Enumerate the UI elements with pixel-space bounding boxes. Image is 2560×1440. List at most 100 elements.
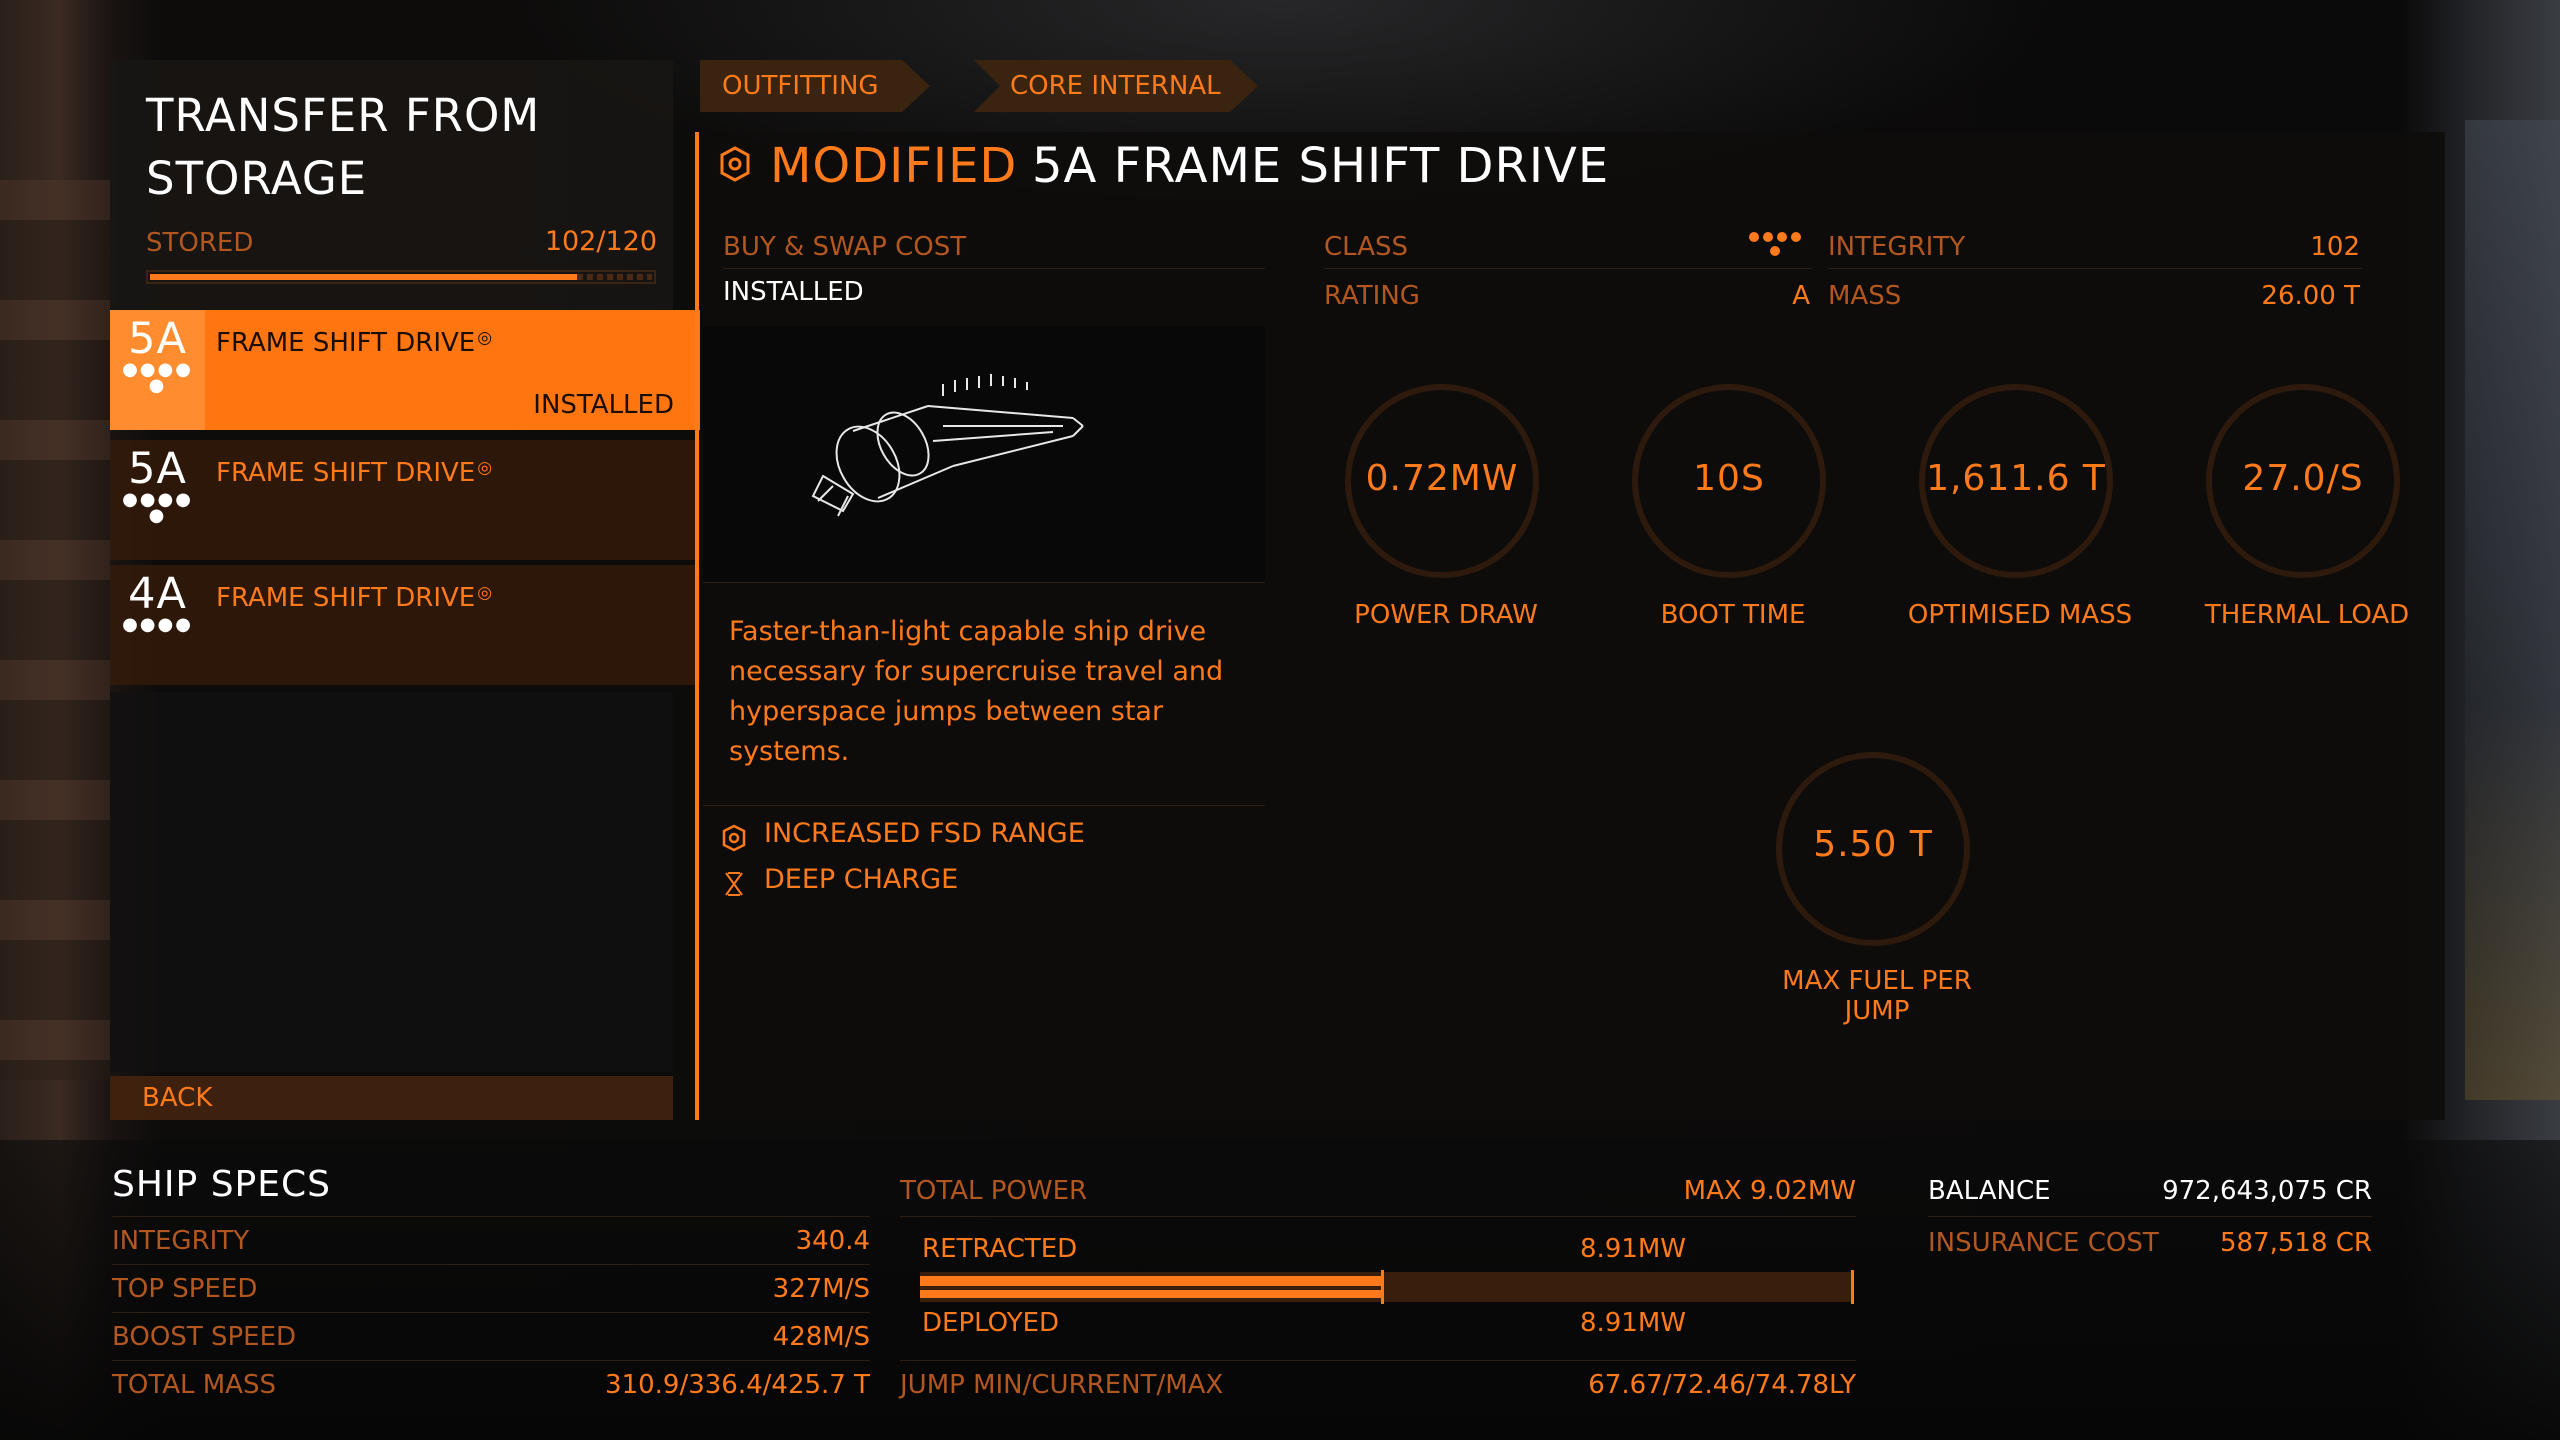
background-hangar-left [0, 180, 110, 1080]
divider [1828, 268, 2362, 269]
engineered-icon: ◎ [477, 328, 493, 348]
divider [112, 1312, 870, 1313]
storage-list-empty [110, 692, 673, 1072]
back-button[interactable]: BACK [110, 1076, 673, 1120]
module-size-dots: ●●●● ● [122, 359, 193, 396]
divider [1928, 1216, 2372, 1217]
storage-panel: TRANSFER FROM STORAGE STORED 102/120 5A … [110, 60, 700, 1120]
module-class: 5A [128, 314, 187, 364]
blueprint-label: INCREASED FSD RANGE [764, 818, 1085, 849]
spec-value: 310.9/336.4/425.7 T [605, 1370, 870, 1400]
retracted-label: RETRACTED [922, 1234, 1078, 1264]
module-name: FRAME SHIFT DRIVE ◎ [216, 458, 493, 488]
module-size-dots: ●●●● ● [122, 489, 193, 526]
max-fuel-label: MAX FUEL PER JUMP [1782, 966, 1972, 1026]
balance-label: BALANCE [1928, 1176, 2051, 1206]
breadcrumb-outfitting[interactable]: OUTFITTING [700, 60, 930, 112]
spec-label: BOOST SPEED [112, 1322, 297, 1352]
buy-swap-value: INSTALLED [723, 277, 864, 307]
experimental-effect-icon [725, 872, 743, 896]
power-bar-retracted-fill [920, 1276, 1381, 1286]
mass-value: 26.00 T [2261, 281, 2360, 311]
power-bar-deployed-fill [920, 1290, 1381, 1298]
class-label: CLASS [1324, 232, 1409, 262]
module-description: Faster-than-light capable ship drive nec… [729, 616, 1224, 767]
rating-value: A [1792, 281, 1810, 311]
ship-specs-title: SHIP SPECS [112, 1164, 331, 1205]
integrity-label: INTEGRITY [1828, 232, 1966, 262]
blueprint-icon [722, 824, 746, 852]
modified-icon [720, 146, 750, 182]
stored-capacity-fill [150, 274, 577, 280]
module-class: 4A [128, 569, 187, 619]
module-class-badge: 5A ●●●● ● [110, 440, 205, 560]
spec-label: TOP SPEED [112, 1274, 258, 1304]
total-power-label: TOTAL POWER [900, 1176, 1088, 1206]
power-bar-current-marker [1381, 1270, 1384, 1304]
divider [112, 1216, 870, 1217]
divider [1324, 268, 1812, 269]
spec-value: 428M/S [772, 1322, 870, 1352]
total-power-max: MAX 9.02MW [1683, 1176, 1856, 1206]
boot-time-label: BOOT TIME [1660, 600, 1806, 630]
module-size-dots: ●●●● [122, 614, 193, 635]
optimised-mass-label: OPTIMISED MASS [1907, 600, 2133, 630]
list-item[interactable]: 4A ●●●● FRAME SHIFT DRIVE ◎ [110, 565, 700, 685]
stored-value: 102/120 [544, 226, 657, 257]
module-preview [703, 326, 1265, 582]
divider [112, 1360, 870, 1361]
engineered-icon: ◎ [477, 583, 493, 603]
deployed-value: 8.91MW [1579, 1308, 1686, 1338]
thermal-load-label: THERMAL LOAD [2204, 600, 2410, 630]
storage-header: TRANSFER FROM STORAGE STORED 102/120 [110, 60, 673, 310]
divider [703, 805, 1265, 806]
power-bar-max-marker [1851, 1270, 1854, 1304]
divider [723, 268, 1265, 269]
jump-range-value: 67.67/72.46/74.78LY [1588, 1370, 1856, 1400]
jump-range-label: JUMP MIN/CURRENT/MAX [900, 1370, 1224, 1400]
divider [900, 1216, 1856, 1217]
panel-divider [695, 132, 699, 1120]
module-name: FRAME SHIFT DRIVE ◎ [216, 328, 493, 358]
module-class-badge: 4A ●●●● [110, 565, 205, 685]
module-name: FRAME SHIFT DRIVE ◎ [216, 583, 493, 613]
module-class-badge: 5A ●●●● ● [110, 310, 205, 430]
insurance-value: 587,518 CR [2219, 1228, 2372, 1258]
power-draw-value: 0.72MW [1365, 458, 1519, 499]
divider [900, 1360, 1856, 1361]
frame-shift-drive-icon [811, 374, 1084, 517]
spec-label: TOTAL MASS [112, 1370, 276, 1400]
engineered-icon: ◎ [477, 458, 493, 478]
spec-value: 340.4 [795, 1226, 870, 1256]
mass-label: MASS [1828, 281, 1902, 311]
spec-value: 327M/S [772, 1274, 870, 1304]
experimental-label: DEEP CHARGE [764, 864, 959, 895]
module-class: 5A [128, 444, 187, 494]
modified-label: MODIFIED [770, 138, 1018, 194]
module-status: INSTALLED [533, 390, 674, 420]
module-title: 5A FRAME SHIFT DRIVE [1032, 138, 1610, 194]
stored-label: STORED [146, 228, 254, 258]
power-draw-label: POWER DRAW [1354, 600, 1538, 630]
rating-label: RATING [1324, 281, 1420, 311]
thermal-load-value: 27.0/S [2242, 458, 2364, 499]
divider [112, 1264, 870, 1265]
background-hangar-right [2465, 120, 2560, 1100]
list-item[interactable]: 5A ●●●● ● FRAME SHIFT DRIVE ◎ [110, 440, 700, 560]
stored-capacity-bar [146, 270, 656, 284]
breadcrumb-core-internal[interactable]: CORE INTERNAL [974, 60, 1258, 112]
spec-label: INTEGRITY [112, 1226, 250, 1256]
panel-title: TRANSFER FROM STORAGE [146, 89, 541, 205]
boot-time-value: 10S [1693, 458, 1765, 499]
balance-value: 972,643,075 CR [2162, 1176, 2372, 1206]
buy-swap-label: BUY & SWAP COST [723, 232, 967, 262]
retracted-value: 8.91MW [1579, 1234, 1686, 1264]
list-item[interactable]: 5A ●●●● ● FRAME SHIFT DRIVE ◎ INSTALLED [110, 310, 700, 430]
deployed-label: DEPLOYED [922, 1308, 1060, 1338]
integrity-value: 102 [2310, 232, 2360, 262]
class-size-icon [1749, 232, 1801, 256]
divider [703, 582, 1265, 583]
stored-capacity-remaining [577, 274, 652, 280]
max-fuel-value: 5.50 T [1813, 824, 1933, 865]
optimised-mass-value: 1,611.6 T [1926, 458, 2106, 499]
